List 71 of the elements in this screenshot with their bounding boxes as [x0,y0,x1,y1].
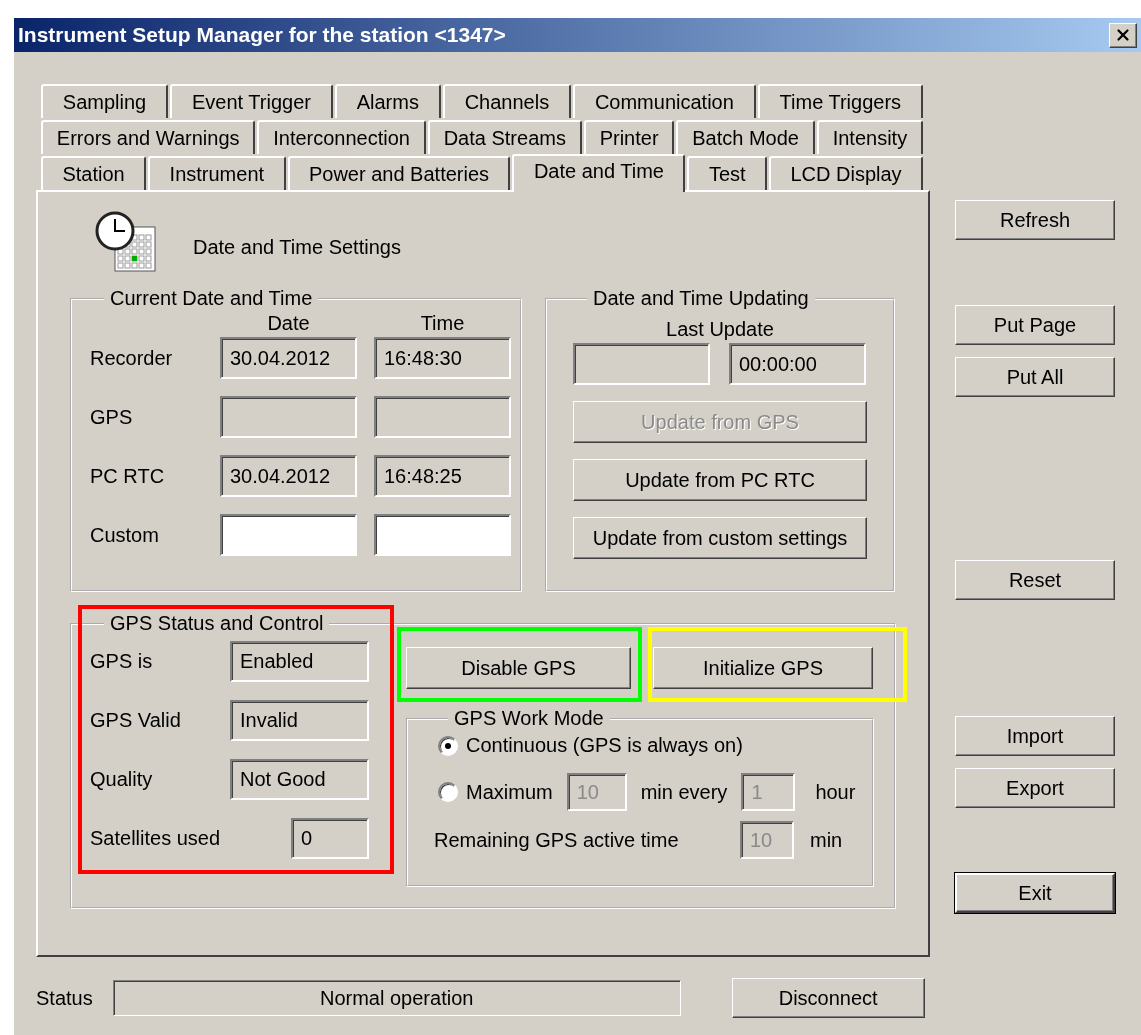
tab[interactable]: Channels [442,84,572,118]
field-label: GPS is [90,650,153,673]
unit-label: min every [640,780,728,804]
field-label: Custom [90,523,160,547]
field-label: Last Update [665,318,775,341]
tab[interactable]: LCD Display [769,156,924,190]
update-button[interactable]: Update from custom settings [573,517,867,559]
gps-button[interactable]: Initialize GPS [653,647,873,689]
tab[interactable]: Communication [573,84,756,118]
side-button[interactable]: Export [955,768,1115,808]
tab[interactable]: Alarms [334,84,441,118]
field-label: Quality [90,768,153,791]
field-label: GPS Valid [90,709,181,732]
tab[interactable]: Errors and Warnings [41,120,256,154]
readonly-field: Not Good [230,759,369,800]
tab[interactable]: Sampling [41,84,169,118]
readonly-field: Invalid [230,700,369,741]
readonly-field: 16:48:30 [374,337,511,379]
field-label: PC RTC [90,464,166,488]
field-label: Recorder [90,346,174,370]
field-label: GPS [90,405,134,429]
option-label: Maximum [466,780,553,804]
window-title: Instrument Setup Manager for the station <1347> [18,23,506,47]
option-label: Continuous (GPS is always on) [466,734,743,757]
radio-button[interactable] [438,735,458,756]
side-button[interactable]: Import [955,716,1115,756]
clock-calendar-icon [95,211,157,273]
column-header: Date [266,312,311,335]
tab[interactable]: Batch Mode [676,120,815,154]
disconnect-button[interactable]: Disconnect [731,978,925,1018]
group-title: Date and Time Updating [592,287,810,310]
tab[interactable]: Event Trigger [170,84,333,118]
input-field[interactable] [220,514,357,556]
column-header: Time [419,312,466,335]
update-button[interactable]: Update from PC RTC [573,459,867,501]
input-field[interactable] [374,514,511,556]
unit-label: hour [815,780,856,804]
readonly-field: 0 [291,818,369,859]
unit-label: min [810,828,843,852]
status-label: Status [36,986,93,1010]
gps-button[interactable]: Disable GPS [406,647,631,689]
tab[interactable]: Instrument [148,156,286,190]
readonly-field: 16:48:25 [374,455,511,497]
tab[interactable]: Time Triggers [757,84,923,118]
tab[interactable]: Printer [583,120,675,154]
group-title: Current Date and Time [109,287,314,310]
tab[interactable]: Test [687,156,767,190]
side-button[interactable]: Exit [955,873,1115,913]
tab[interactable]: Power and Batteries [287,156,511,190]
tab[interactable]: Data Streams [427,120,582,154]
page-heading: Date and Time Settings [193,235,401,259]
tab[interactable]: Date and Time [512,154,686,192]
side-button[interactable]: Reset [955,560,1115,600]
status-field: Normal operation [112,980,681,1016]
side-button[interactable]: Put All [955,357,1115,397]
group-title: GPS Status and Control [109,612,325,635]
tab[interactable]: Intensity [816,120,924,154]
readonly-field: 30.04.2012 [220,455,357,497]
side-button[interactable]: Refresh [955,200,1115,240]
readonly-field: 30.04.2012 [220,337,357,379]
tab[interactable]: Interconnection [257,120,426,154]
group-title: GPS Work Mode [453,707,605,730]
close-icon [1114,26,1132,44]
field-label: Remaining GPS active time [434,828,680,852]
radio-button[interactable] [438,782,458,802]
side-button[interactable]: Put Page [955,305,1115,345]
readonly-field: Enabled [230,641,369,682]
close-button[interactable] [1109,22,1137,48]
tab[interactable]: Station [41,156,147,190]
field-label: Satellites used [90,827,221,850]
readonly-field: 00:00:00 [729,343,866,385]
